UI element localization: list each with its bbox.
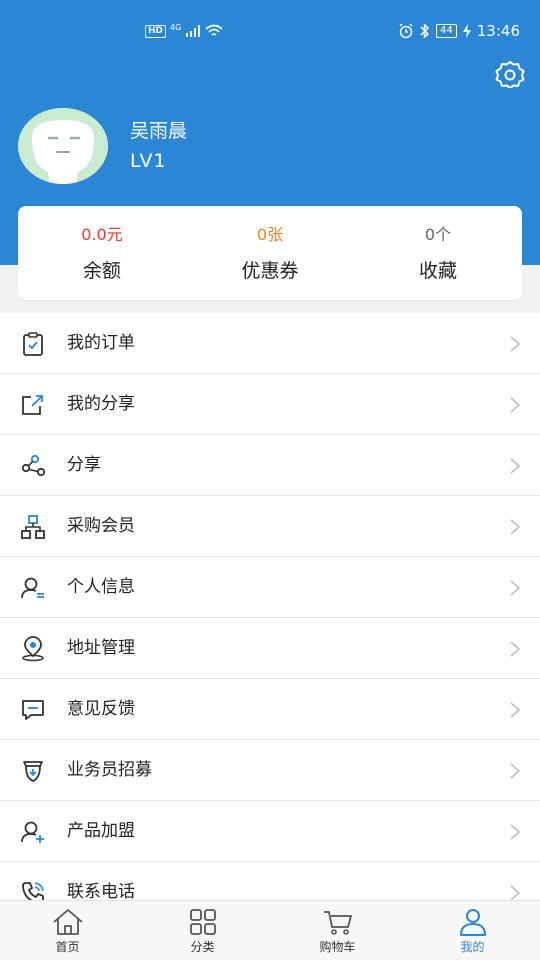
charging-icon xyxy=(462,24,471,38)
user-add-icon xyxy=(21,821,44,843)
stat-coupons[interactable]: 0张 优惠券 xyxy=(186,206,354,300)
chevron-right-icon xyxy=(510,519,521,535)
chevron-right-icon xyxy=(510,336,521,352)
chevron-right-icon xyxy=(510,641,521,657)
tab-label: 分类 xyxy=(190,940,215,954)
chevron-right-icon xyxy=(510,763,521,779)
network-indicators: HD 4G xyxy=(145,22,223,38)
menu-label: 业务员招募 xyxy=(67,760,152,780)
menu-label: 产品加盟 xyxy=(67,821,135,841)
chevron-right-icon xyxy=(510,458,521,474)
network-4g-label: 4G xyxy=(170,22,182,32)
message-icon xyxy=(22,700,44,720)
tab-mine[interactable]: 我的 xyxy=(405,901,540,960)
menu-label: 我的分享 xyxy=(67,394,135,414)
menu-item-product-franchise[interactable]: 产品加盟 xyxy=(0,801,540,862)
tab-label: 购物车 xyxy=(319,940,356,954)
grid-icon xyxy=(189,909,216,935)
avatar[interactable] xyxy=(18,108,108,184)
stat-value: 0张 xyxy=(256,225,284,244)
stat-label: 余额 xyxy=(82,260,121,282)
menu-list: 我的订单 我的分享 分享 采购会员 个人信息 地址管理 意见反馈 业务员招募 产… xyxy=(0,313,540,923)
tab-bar: 首页 分类 购物车 我的 xyxy=(0,900,540,960)
menu-item-salesperson-recruit[interactable]: 业务员招募 xyxy=(0,740,540,801)
clock: 13:46 xyxy=(476,22,520,40)
chevron-right-icon xyxy=(510,824,521,840)
user-icon xyxy=(459,909,486,936)
menu-label: 采购会员 xyxy=(67,516,135,536)
menu-item-share[interactable]: 分享 xyxy=(0,435,540,496)
menu-item-purchase-member[interactable]: 采购会员 xyxy=(0,496,540,557)
menu-item-feedback[interactable]: 意见反馈 xyxy=(0,679,540,740)
profile-screen: HD 4G 44 13:46 吴雨晨 LV1 0.0元 余额 0张 优惠券 0个… xyxy=(0,0,540,960)
menu-label: 个人信息 xyxy=(67,577,135,597)
org-chart-icon xyxy=(21,515,45,539)
location-pin-icon xyxy=(22,636,44,662)
clipboard-check-icon xyxy=(23,332,43,356)
stat-balance[interactable]: 0.0元 余额 xyxy=(18,206,186,300)
system-indicators: 44 13:46 xyxy=(398,22,520,40)
battery-indicator: 44 xyxy=(436,24,457,38)
share-nodes-icon xyxy=(21,454,46,477)
stat-value: 0.0元 xyxy=(81,225,123,244)
menu-label: 分享 xyxy=(67,455,101,475)
tab-category[interactable]: 分类 xyxy=(135,901,270,960)
stat-favorites[interactable]: 0个 收藏 xyxy=(354,206,522,300)
home-icon xyxy=(52,909,83,935)
status-bar: HD 4G 44 13:46 xyxy=(0,18,540,46)
chevron-right-icon xyxy=(510,702,521,718)
username: 吴雨晨 xyxy=(130,120,188,142)
tab-label: 我的 xyxy=(460,940,485,954)
stats-card: 0.0元 余额 0张 优惠券 0个 收藏 xyxy=(18,206,522,300)
hd-indicator: HD xyxy=(145,24,167,38)
alarm-icon xyxy=(399,23,413,39)
user-level: LV1 xyxy=(130,150,167,172)
cart-icon xyxy=(323,911,352,935)
tab-home[interactable]: 首页 xyxy=(0,901,135,960)
avatar-face-icon xyxy=(18,108,108,184)
tab-label: 首页 xyxy=(55,940,80,954)
menu-label: 意见反馈 xyxy=(67,699,135,719)
menu-label: 我的订单 xyxy=(67,333,135,353)
share-external-icon xyxy=(22,395,43,415)
menu-item-personal-info[interactable]: 个人信息 xyxy=(0,557,540,618)
badge-icon xyxy=(23,761,43,782)
chevron-right-icon xyxy=(510,397,521,413)
menu-item-my-shares[interactable]: 我的分享 xyxy=(0,374,540,435)
chevron-right-icon xyxy=(510,580,521,596)
stat-label: 收藏 xyxy=(418,260,457,282)
user-info-icon xyxy=(21,577,44,599)
menu-item-my-orders[interactable]: 我的订单 xyxy=(0,313,540,374)
signal-icon xyxy=(186,25,201,37)
menu-label: 地址管理 xyxy=(67,638,135,658)
stat-value: 0个 xyxy=(424,225,452,244)
gear-icon[interactable] xyxy=(494,60,526,88)
wifi-icon xyxy=(205,24,223,36)
stat-label: 优惠券 xyxy=(241,260,299,282)
tab-cart[interactable]: 购物车 xyxy=(270,901,405,960)
menu-item-address-management[interactable]: 地址管理 xyxy=(0,618,540,679)
bluetooth-icon xyxy=(420,23,430,39)
